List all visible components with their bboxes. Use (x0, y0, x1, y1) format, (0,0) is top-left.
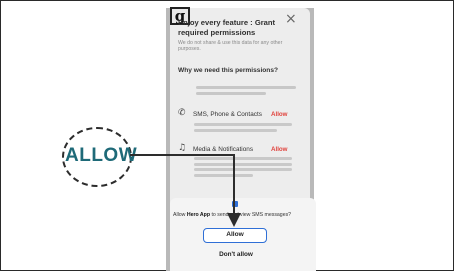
callout-label: ALLOW (65, 145, 138, 166)
permission-desc-sms (194, 123, 292, 134)
notification-icon: ♫ (178, 143, 187, 153)
dialog-message: Allow Hero App to send and view SMS mess… (173, 212, 292, 218)
dont-allow-button[interactable]: Don't allow (208, 251, 264, 258)
sheet-title: Enjoy every feature : Grant required per… (178, 18, 276, 37)
allow-button[interactable]: Allow (203, 228, 267, 243)
permission-allow-media[interactable]: Allow (271, 146, 288, 153)
permission-label-media: Media & Notifications (193, 146, 254, 153)
faint-description (196, 86, 296, 99)
phone-icon: ✆ (178, 108, 186, 118)
section-heading: Why we need this permissions? (178, 67, 279, 74)
permission-allow-sms[interactable]: Allow (271, 111, 288, 118)
callout-leader-line-vertical (233, 154, 235, 214)
permission-desc-media (194, 157, 292, 179)
callout-leader-line (130, 154, 234, 156)
sheet-subtitle: We do not share & use this data for any … (178, 40, 283, 53)
arrow-down-icon (227, 213, 241, 227)
permission-label-sms: SMS, Phone & Contacts (193, 111, 262, 118)
